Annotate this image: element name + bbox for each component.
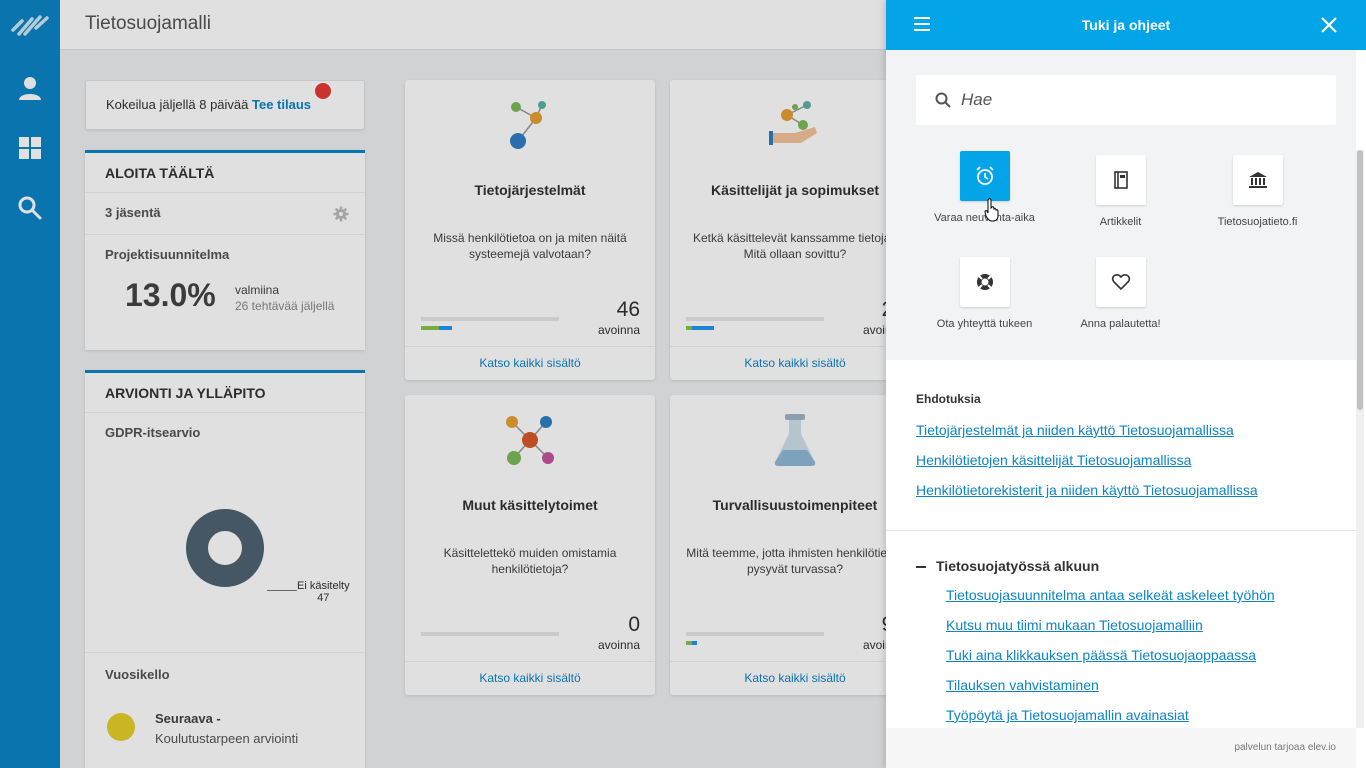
tile-privacy-info[interactable]: Tietosuojatieto.fi	[1189, 155, 1326, 228]
tile-label: Artikkelit	[1099, 216, 1142, 228]
close-icon[interactable]	[1321, 17, 1337, 33]
help-quick-actions: Varaa neuvonta-aika Artikkelit Tietosuoj…	[886, 50, 1356, 360]
tile-icon-box[interactable]	[1095, 257, 1146, 307]
tile-label: Anna palautetta!	[1080, 318, 1161, 330]
section-link[interactable]: Työpöytä ja Tietosuojamallin avainasiat	[946, 707, 1189, 723]
search-icon	[935, 92, 951, 108]
alarm-clock-icon	[975, 166, 994, 185]
scrollbar-thumb[interactable]	[1357, 150, 1363, 410]
tile-label: Tietosuojatieto.fi	[1217, 216, 1298, 228]
section-link[interactable]: Tilauksen vahvistaminen	[946, 677, 1099, 693]
suggestion-link[interactable]: Tietojärjestelmät ja niiden käyttö Tieto…	[916, 422, 1234, 438]
bank-icon	[1248, 172, 1267, 188]
help-footer: palvelun tarjoaa elev.io	[886, 728, 1356, 768]
tile-icon-box[interactable]	[1095, 155, 1146, 205]
heart-icon	[1111, 273, 1130, 291]
suggestion-link[interactable]: Henkilötietojen käsittelijät Tietosuojam…	[916, 452, 1191, 468]
tile-contact-support[interactable]: Ota yhteyttä tukeen	[916, 257, 1053, 330]
help-header: Tuki ja ohjeet	[886, 0, 1366, 50]
collapse-icon[interactable]	[916, 566, 926, 568]
suggestion-link[interactable]: Henkilötietorekisterit ja niiden käyttö …	[916, 482, 1258, 498]
section-link[interactable]: Tietosuojasuunnitelma antaa selkeät aske…	[946, 587, 1275, 603]
powered-by[interactable]: palvelun tarjoaa elev.io	[1234, 742, 1336, 753]
tile-icon-box[interactable]	[959, 151, 1010, 201]
section-link[interactable]: Kutsu muu tiimi mukaan Tietosuojamalliin	[946, 617, 1203, 633]
section-title[interactable]: Tietosuojatyössä alkuun	[936, 558, 1099, 574]
tile-label: Ota yhteyttä tukeen	[936, 318, 1033, 330]
help-search	[916, 75, 1336, 125]
suggestions-title: Ehdotuksia	[916, 392, 981, 406]
help-title: Tuki ja ohjeet	[1081, 17, 1171, 33]
modal-backdrop[interactable]	[0, 0, 886, 768]
tile-icon-box[interactable]	[1232, 155, 1283, 205]
help-scrollbar[interactable]	[1356, 150, 1364, 728]
tile-feedback[interactable]: Anna palautetta!	[1052, 257, 1189, 330]
mouse-cursor-icon	[984, 198, 999, 222]
help-panel: Tuki ja ohjeet Varaa neuvonta-aika	[886, 0, 1366, 768]
tile-articles[interactable]: Artikkelit	[1052, 155, 1189, 228]
lifebuoy-icon	[976, 274, 993, 290]
book-icon	[1113, 171, 1128, 189]
tile-icon-box[interactable]	[959, 257, 1010, 307]
help-divider	[886, 530, 1356, 531]
section-link[interactable]: Tuki aina klikkauksen päässä Tietosuojao…	[946, 647, 1256, 663]
help-search-input[interactable]	[961, 87, 1321, 113]
